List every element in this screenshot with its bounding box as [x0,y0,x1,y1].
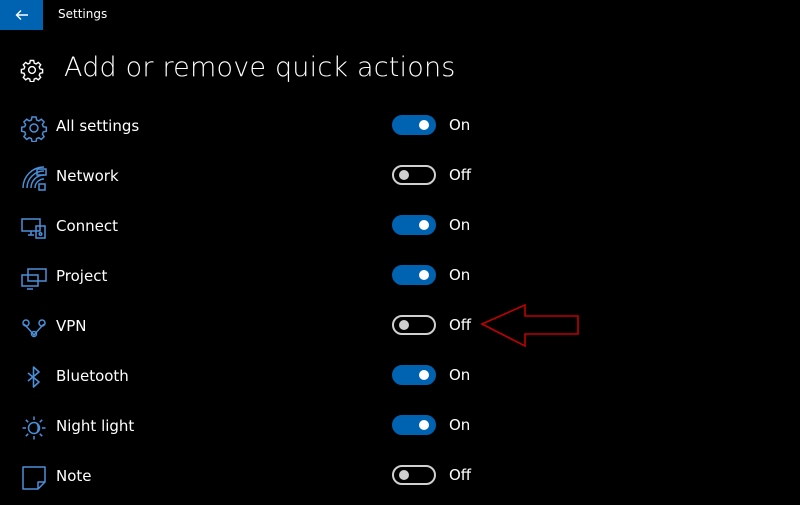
bluetooth-icon [27,366,40,388]
quick-action-note: Note Off [0,455,800,505]
toggle-note[interactable] [392,465,436,485]
toggle-knob [419,370,429,380]
quick-action-project: Project On [0,255,800,305]
toggle-all-settings[interactable] [392,115,436,135]
toggle-state-text: Off [449,316,472,334]
toggle-state-text: On [449,116,471,134]
quick-action-label: All settings [56,117,140,135]
gear-icon [20,59,44,82]
toggle-project[interactable] [392,265,436,285]
toggle-state-text: On [449,416,471,434]
quick-action-night-light: Night light On [0,405,800,455]
toggle-knob [399,320,409,330]
quick-action-label: Bluetooth [56,367,129,385]
toggle-state-text: On [449,366,471,384]
toggle-state-text: On [449,216,471,234]
quick-action-bluetooth: Bluetooth On [0,355,800,405]
quick-action-connect: Connect On [0,205,800,255]
toggle-knob [419,270,429,280]
gear-icon [20,116,48,142]
toggle-state-text: Off [449,466,472,484]
toggle-knob [399,170,409,180]
toggle-connect[interactable] [392,215,436,235]
toggle-knob [419,420,429,430]
quick-action-all-settings: All settings On [0,105,800,155]
toggle-night-light[interactable] [392,415,436,435]
toggle-knob [419,220,429,230]
back-arrow-icon [15,10,28,20]
network-icon [22,166,47,191]
quick-action-vpn: VPN Off [0,305,800,355]
quick-action-label: Note [56,467,92,485]
back-button[interactable] [0,0,43,30]
note-icon [22,466,46,490]
quick-action-label: Project [56,267,108,285]
toggle-network[interactable] [392,165,436,185]
quick-action-network: Network Off [0,155,800,205]
window-title: Settings [58,7,108,21]
vpn-icon [22,319,46,338]
toggle-knob [419,120,429,130]
annotation-arrow-icon [480,303,579,348]
night-light-icon [22,416,46,440]
toggle-vpn[interactable] [392,315,436,335]
toggle-bluetooth[interactable] [392,365,436,385]
toggle-state-text: On [449,266,471,284]
quick-action-label: Connect [56,217,119,235]
quick-action-label: Network [56,167,119,185]
quick-action-label: VPN [56,317,87,335]
project-icon [21,268,47,290]
page-title: Add or remove quick actions [64,52,456,83]
connect-icon [21,218,46,239]
toggle-state-text: Off [449,166,472,184]
toggle-knob [399,470,409,480]
quick-action-label: Night light [56,417,135,435]
title-bar: Settings [0,0,800,30]
